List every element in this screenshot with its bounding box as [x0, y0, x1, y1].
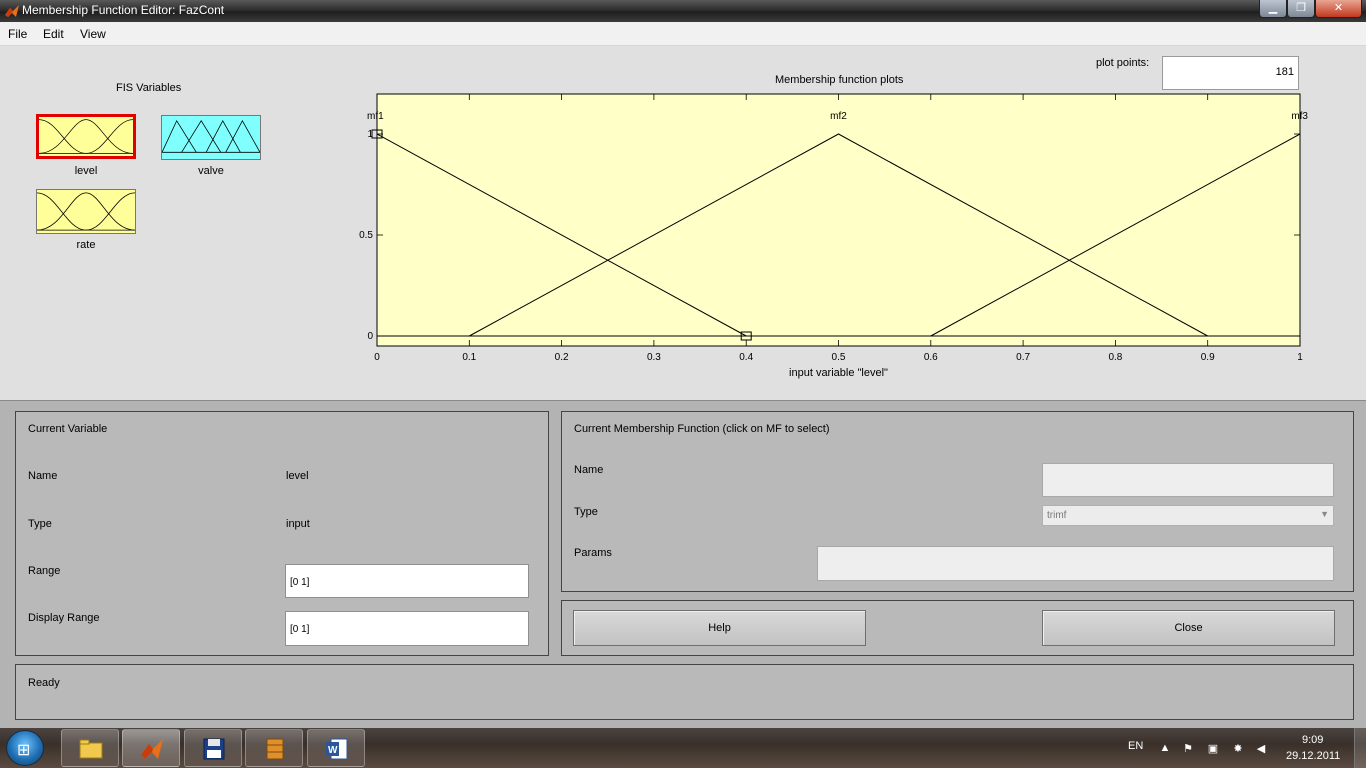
display-range-input[interactable]: [0 1]: [285, 611, 529, 646]
mf-thumbnail-rate: [37, 192, 135, 231]
fis-variable-level[interactable]: [36, 114, 136, 159]
window-title: Membership Function Editor: FazCont: [22, 3, 225, 17]
fis-variable-valve[interactable]: [161, 115, 261, 160]
word-icon: W: [326, 738, 348, 760]
status-panel: Ready: [15, 664, 1354, 720]
menu-bar: File Edit View: [0, 22, 1366, 46]
display-range-label: Display Range: [28, 612, 100, 624]
plot-area: [376, 93, 1301, 347]
x-tick-label: 0.6: [924, 352, 938, 363]
floppy-disk-icon: [203, 738, 225, 760]
status-text: Ready: [28, 677, 60, 689]
fis-variable-label: valve: [198, 165, 224, 177]
taskbar-save[interactable]: [184, 729, 242, 767]
svg-text:W: W: [328, 745, 338, 756]
variable-name-value: level: [286, 470, 309, 482]
x-tick-label: 0.2: [555, 352, 569, 363]
mf-type-label: Type: [574, 506, 598, 518]
range-input[interactable]: [0 1]: [285, 564, 529, 598]
windows-logo-icon: ⊞: [17, 742, 31, 759]
params-input[interactable]: [817, 546, 1334, 581]
x-axis-label: input variable "level": [789, 367, 888, 379]
clock-date[interactable]: 29.12.2011: [1286, 750, 1340, 762]
menu-file[interactable]: File: [8, 27, 27, 41]
help-button[interactable]: Help: [573, 610, 866, 646]
mf-label-mf3: mf3: [1291, 111, 1308, 122]
language-indicator[interactable]: EN: [1128, 740, 1143, 752]
variable-name-label: Name: [28, 470, 58, 482]
taskbar-archive[interactable]: [245, 729, 303, 767]
variable-type-label: Type: [28, 518, 52, 530]
books-icon: [266, 738, 284, 760]
y-tick-label: 0.5: [359, 230, 373, 241]
matlab-icon: [5, 5, 19, 17]
membership-function-plot[interactable]: 0 0.1 0.2 0.3 0.4 0.5 0.6 0.7 0.8 0.9 100.51mf1 mf2…: [340, 86, 1330, 386]
taskbar: ⊞ W EN ▲ ⚑ ▣ ✸ ◀ 9:09 29.12.2011: [0, 728, 1366, 768]
title-bar: Membership Function Editor: FazCont ▁ ❐ …: [0, 0, 1366, 22]
notification-icon[interactable]: ✸: [1231, 742, 1245, 756]
taskbar-matlab[interactable]: [122, 729, 180, 767]
fis-variable-rate[interactable]: [36, 189, 136, 234]
x-tick-label: 0.7: [1016, 352, 1030, 363]
editor-lower-area: Current Variable Name level Type input R…: [0, 400, 1366, 728]
editor-upper-area: FIS Variables level valve rate Membershi: [0, 46, 1366, 400]
chevron-down-icon: ▼: [1320, 509, 1329, 519]
menu-view[interactable]: View: [80, 27, 106, 41]
close-window-button[interactable]: ✕: [1315, 0, 1362, 18]
current-mf-title: Current Membership Function (click on MF…: [574, 423, 830, 435]
maximize-button[interactable]: ❐: [1287, 0, 1315, 18]
x-tick-label: 0.3: [647, 352, 661, 363]
mf-label-mf1: mf1: [367, 111, 384, 122]
current-variable-title: Current Variable: [28, 423, 108, 435]
mf-thumbnail-valve: [162, 119, 260, 153]
range-label: Range: [28, 565, 61, 577]
current-mf-panel: Current Membership Function (click on MF…: [561, 411, 1354, 592]
mf-type-select[interactable]: trimf ▼: [1042, 505, 1334, 526]
x-tick-label: 0.4: [739, 352, 753, 363]
y-tick-label: 0: [367, 331, 373, 342]
x-tick-label: 0.1: [462, 352, 476, 363]
network-error-icon[interactable]: ⚑: [1181, 742, 1195, 756]
mf-name-label: Name: [574, 464, 604, 476]
show-hidden-icons-arrow-icon[interactable]: ▲: [1158, 742, 1172, 756]
close-button[interactable]: Close: [1042, 610, 1335, 646]
taskbar-word[interactable]: W: [307, 729, 365, 767]
x-tick-label: 0.5: [832, 352, 846, 363]
mf-thumbnail-level: [39, 119, 133, 154]
show-desktop-button[interactable]: [1354, 728, 1366, 768]
x-tick-label: 0.8: [1108, 352, 1122, 363]
x-tick-label: 0.9: [1201, 352, 1215, 363]
chart-title: Membership function plots: [775, 74, 904, 86]
x-tick-label: 0: [374, 352, 380, 363]
mf-name-input[interactable]: [1042, 463, 1334, 497]
minimize-button[interactable]: ▁: [1259, 0, 1287, 18]
start-button[interactable]: ⊞: [6, 730, 44, 766]
mf-type-value: trimf: [1047, 510, 1067, 521]
plot-points-input[interactable]: 181: [1162, 56, 1299, 90]
fis-variable-label: level: [74, 165, 98, 177]
matlab-icon: [141, 739, 163, 759]
clock-time[interactable]: 9:09: [1302, 734, 1323, 746]
fis-variables-title: FIS Variables: [116, 82, 182, 94]
menu-edit[interactable]: Edit: [43, 27, 64, 41]
variable-type-value: input: [286, 518, 310, 530]
volume-icon[interactable]: ◀: [1254, 742, 1268, 756]
x-tick-label: 1: [1297, 352, 1303, 363]
current-variable-panel: Current Variable Name level Type input R…: [15, 411, 549, 656]
buttons-panel: Help Close: [561, 600, 1354, 656]
params-label: Params: [574, 547, 612, 559]
taskbar-explorer[interactable]: [61, 729, 119, 767]
folder-icon: [79, 739, 103, 759]
action-center-icon[interactable]: ▣: [1206, 742, 1220, 756]
plot-points-label: plot points:: [1096, 57, 1150, 69]
fis-variable-label: rate: [76, 239, 96, 251]
mf-label-mf2: mf2: [830, 111, 847, 122]
